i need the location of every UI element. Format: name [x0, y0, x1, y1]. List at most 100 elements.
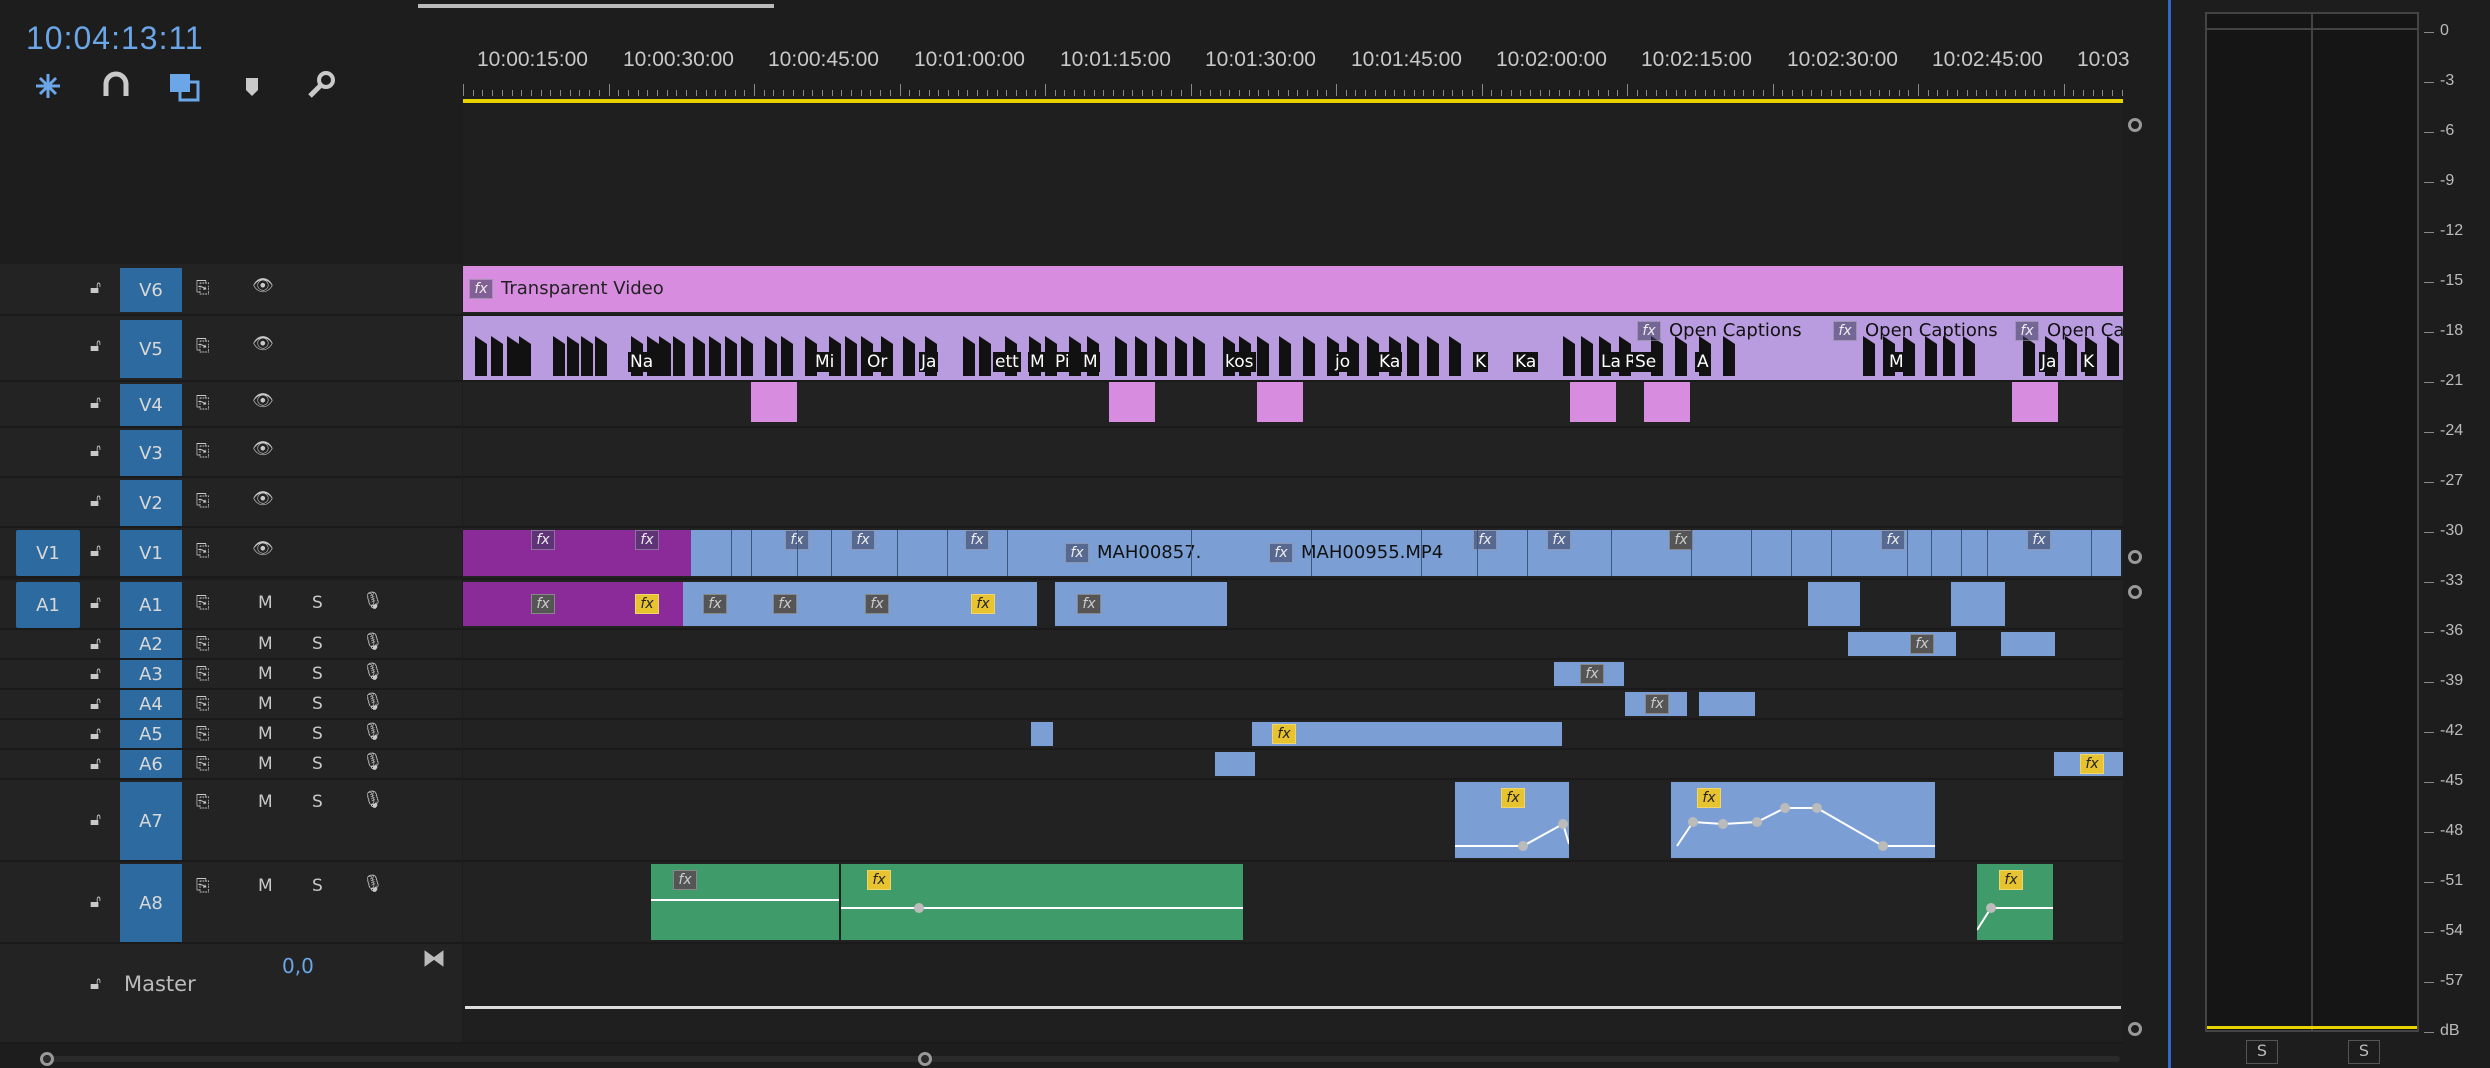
caption-marker[interactable] [2065, 336, 2077, 376]
jump-to-edge-icon[interactable]: ⧓ [422, 944, 446, 972]
caption-marker[interactable] [1449, 336, 1461, 376]
track-target-a4[interactable]: A4 [120, 690, 182, 718]
vertical-scroll-handle-bottom[interactable] [2128, 1022, 2142, 1036]
microphone-icon[interactable]: 🎙︎ [362, 632, 384, 652]
panel-divider[interactable] [2168, 0, 2171, 1068]
track-target-v3[interactable]: V3 [120, 430, 182, 476]
clip-edge[interactable] [1311, 530, 1312, 576]
track-target-a1[interactable]: A1 [120, 582, 182, 628]
sync-lock-icon[interactable]: ⎘ [196, 876, 210, 896]
track-header-v3[interactable]: 🔓︎ V3 ⎘ 👁︎ [0, 428, 462, 478]
track-header-v2[interactable]: 🔓︎ V2 ⎘ 👁︎ [0, 478, 462, 528]
source-patch-v1[interactable]: V1 [16, 530, 80, 576]
caption-marker[interactable] [1303, 336, 1315, 376]
solo-right-button[interactable]: S [2348, 1040, 2380, 1064]
sync-lock-off-icon[interactable]: ⎘ [196, 792, 210, 812]
mute-button[interactable]: M [258, 634, 273, 654]
clip-edge[interactable] [751, 530, 752, 576]
lane-v4[interactable] [463, 382, 2123, 428]
clip-a1[interactable] [1951, 582, 2005, 626]
clip-a7[interactable]: fx [1671, 782, 1935, 858]
microphone-icon[interactable]: 🎙︎ [362, 591, 384, 611]
eye-icon[interactable]: 👁︎ [252, 391, 274, 411]
wrench-icon[interactable] [300, 66, 340, 106]
master-volume-value[interactable]: 0,0 [282, 954, 314, 978]
lock-icon[interactable]: 🔓︎ [90, 541, 101, 561]
caption-marker[interactable] [2023, 336, 2035, 376]
sync-lock-icon[interactable]: ⎘ [196, 694, 210, 714]
microphone-icon[interactable]: 🎙︎ [362, 790, 384, 810]
caption-marker[interactable] [1135, 336, 1147, 376]
clip-edge[interactable] [1907, 530, 1908, 576]
peak-indicator-left[interactable] [2207, 14, 2313, 30]
caption-marker[interactable] [1155, 336, 1167, 376]
lock-icon[interactable]: 🔓︎ [90, 593, 101, 613]
caption-marker[interactable] [1925, 336, 1937, 376]
track-target-v4[interactable]: V4 [120, 384, 182, 426]
open-captions-clip-2[interactable]: fx Open Captions [1827, 320, 1998, 341]
sync-lock-icon[interactable]: ⎘ [196, 724, 210, 744]
track-target-a3[interactable]: A3 [120, 660, 182, 688]
mute-button[interactable]: M [258, 664, 273, 684]
microphone-icon[interactable]: 🎙︎ [362, 662, 384, 682]
caption-marker[interactable] [1257, 336, 1269, 376]
track-target-a5[interactable]: A5 [120, 720, 182, 748]
track-target-v6[interactable]: V6 [120, 268, 182, 312]
clip-a6[interactable] [1215, 752, 1255, 776]
track-header-a6[interactable]: 🔓︎ A6 ⎘ M S 🎙︎ [0, 750, 462, 780]
caption-marker[interactable] [567, 336, 579, 376]
caption-marker[interactable] [491, 336, 503, 376]
clip-v4[interactable] [1257, 382, 1303, 422]
solo-button[interactable]: S [312, 593, 323, 613]
eye-icon[interactable]: 👁︎ [252, 439, 274, 459]
caption-marker[interactable] [581, 336, 593, 376]
caption-marker[interactable] [507, 336, 519, 376]
track-header-a5[interactable]: 🔓︎ A5 ⎘ M S 🎙︎ [0, 720, 462, 750]
lock-icon[interactable]: 🔓︎ [90, 892, 101, 912]
h-scroll-handle-right[interactable] [918, 1052, 932, 1066]
lock-icon[interactable]: 🔓︎ [90, 336, 101, 356]
mute-button[interactable]: M [258, 694, 273, 714]
lane-a6[interactable]: fx [463, 750, 2123, 780]
mute-button[interactable]: M [258, 593, 273, 613]
clip-a8[interactable]: fx [841, 864, 1243, 940]
eye-icon[interactable]: 👁︎ [252, 489, 274, 509]
lock-icon[interactable]: 🔓︎ [90, 974, 101, 994]
caption-marker[interactable] [1581, 336, 1593, 376]
clip-a1[interactable]: fx fx fx fx [683, 582, 1037, 626]
clip-a8[interactable]: fx [651, 864, 839, 940]
linked-selection-icon[interactable] [164, 66, 204, 106]
clip-edge[interactable] [1527, 530, 1528, 576]
lock-icon[interactable]: 🔓︎ [90, 754, 101, 774]
clip-v4[interactable] [751, 382, 797, 422]
track-header-a1[interactable]: A1 🔓︎ A1 ⎘ M S 🎙︎ [0, 580, 462, 630]
track-header-v6[interactable]: 🔓︎ V6 ⎘ 👁︎ [0, 264, 462, 316]
lane-a4[interactable]: fx [463, 690, 2123, 720]
lane-a2[interactable]: fx [463, 630, 2123, 660]
caption-track-strip[interactable]: NaMiOrJaettMPiMkosjoKaKKaKLaRoASeMJaK fx… [463, 316, 2123, 380]
lane-a8[interactable]: fx fx fx [463, 862, 2123, 944]
volume-keyframe-line[interactable] [1671, 782, 1935, 858]
track-header-a2[interactable]: 🔓︎ A2 ⎘ M S 🎙︎ [0, 630, 462, 660]
caption-marker[interactable] [1943, 336, 1955, 376]
mute-button[interactable]: M [258, 724, 273, 744]
lane-a3[interactable]: fx [463, 660, 2123, 690]
clip-a5[interactable] [1031, 722, 1053, 746]
lock-icon[interactable]: 🔓︎ [90, 810, 101, 830]
clip-v4[interactable] [1570, 382, 1616, 422]
clip-edge[interactable] [947, 530, 948, 576]
caption-marker[interactable] [519, 336, 531, 376]
lane-v5[interactable]: NaMiOrJaettMPiMkosjoKaKKaKLaRoASeMJaK fx… [463, 316, 2123, 382]
caption-marker[interactable] [693, 336, 705, 376]
caption-marker[interactable] [673, 336, 685, 376]
work-area-bar[interactable] [418, 4, 774, 8]
caption-marker[interactable] [1193, 336, 1205, 376]
microphone-icon[interactable]: 🎙︎ [362, 874, 384, 894]
eye-icon[interactable]: 👁︎ [252, 276, 274, 296]
caption-marker[interactable] [1863, 336, 1875, 376]
lane-a1[interactable]: fx fx fx fx fx fx fx [463, 580, 2123, 630]
open-captions-clip-1[interactable]: fx Open Captions [1631, 320, 1802, 341]
solo-button[interactable]: S [312, 664, 323, 684]
track-target-v1[interactable]: V1 [120, 530, 182, 576]
caption-marker[interactable] [1675, 336, 1687, 376]
